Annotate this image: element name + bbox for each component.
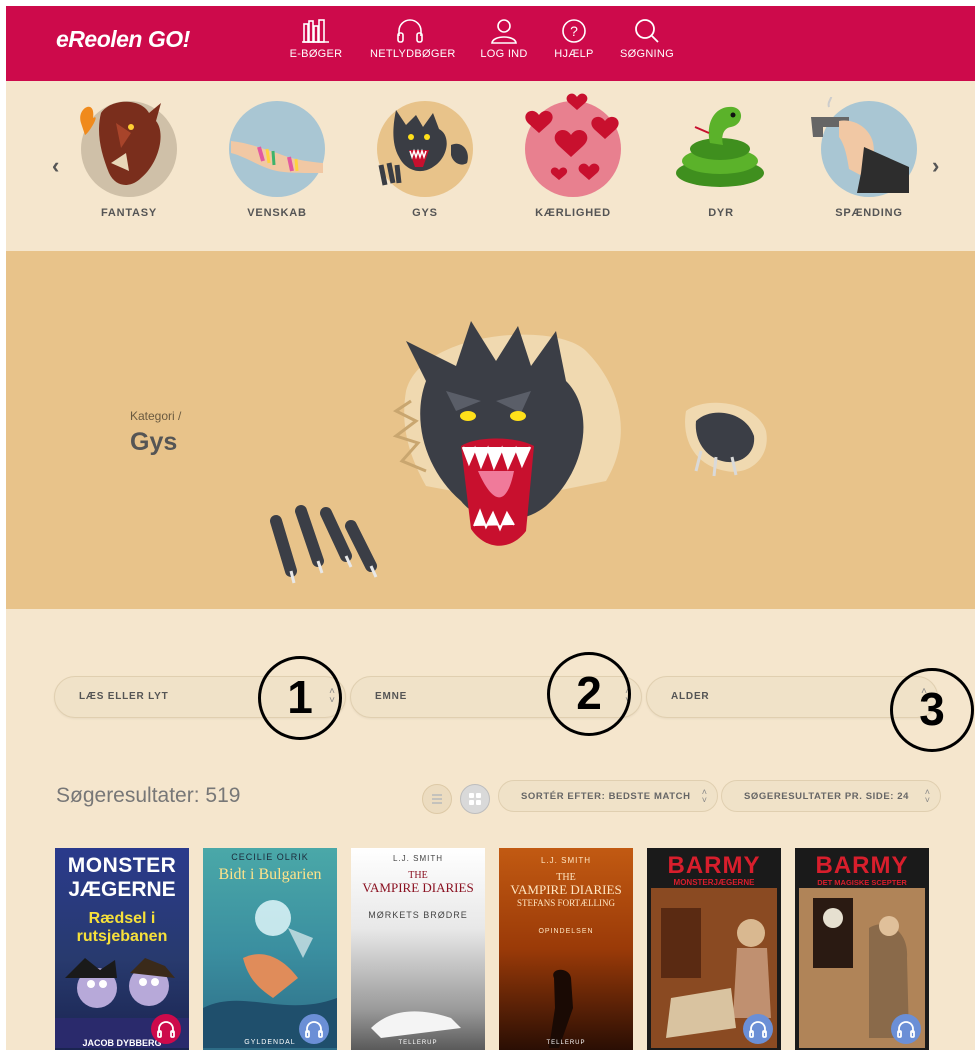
- category-spaending-label: SPÆNDING: [835, 207, 903, 219]
- audiobook-badge: [151, 1014, 181, 1044]
- chevron-right-icon[interactable]: ›: [932, 153, 939, 179]
- headphones-icon: [157, 1021, 175, 1038]
- page: eReolen GO! E-BØGER NETLYDBØGER LOG IND …: [6, 6, 975, 1050]
- annotation-number: 1: [287, 671, 313, 723]
- book-title: VAMPIRE DIARIES: [362, 880, 474, 895]
- filter-read-or-listen-label: LÆS ELLER LYT: [79, 691, 169, 702]
- book-author: L.J. SMITH: [540, 856, 591, 865]
- grid-icon: [469, 793, 481, 805]
- filter-age-label: ALDER: [671, 691, 710, 702]
- top-navigation-bar: eReolen GO! E-BØGER NETLYDBØGER LOG IND …: [6, 6, 975, 81]
- book-cover[interactable]: BARMY DET MAGISKE SCEPTER: [795, 848, 929, 1050]
- book-cover[interactable]: MONSTER JÆGERNE Rædsel i rutsjebanen JAC…: [55, 848, 189, 1050]
- book-subtitle: DET MAGISKE SCEPTER: [817, 878, 907, 887]
- book-subtitle: OPINDELSEN: [538, 928, 594, 935]
- category-dyr[interactable]: DYR: [661, 101, 781, 219]
- book-publisher: TELLERUP: [398, 1040, 438, 1046]
- snake-icon: [673, 101, 769, 197]
- book-title: VAMPIRE DIARIES: [510, 882, 622, 897]
- nav-audiobooks-label: NETLYDBØGER: [370, 48, 456, 60]
- book-subtitle: Rædsel i rutsjebanen: [76, 910, 168, 945]
- sort-select[interactable]: SORTÉR EFTER: BEDSTE MATCH ˄ ˅: [498, 780, 718, 812]
- audiobook-badge: [891, 1014, 921, 1044]
- hearts-icon: [525, 93, 621, 197]
- list-view-button[interactable]: [422, 784, 452, 814]
- category-gys-label: GYS: [412, 207, 438, 219]
- list-icon: [432, 794, 442, 804]
- category-spaending[interactable]: SPÆNDING: [809, 97, 929, 219]
- category-kaerlighed-label: KÆRLIGHED: [535, 207, 611, 219]
- book-cover[interactable]: CECILIE OLRIK Bidt i Bulgarien GYLDENDAL: [203, 848, 337, 1050]
- results-per-page-select[interactable]: SØGERESULTATER PR. SIDE: 24 ˄ ˅: [721, 780, 941, 812]
- pistol-icon: [811, 97, 917, 197]
- book-author: CECILIE OLRIK: [231, 852, 309, 862]
- headphones-icon: [749, 1021, 767, 1038]
- category-venskab-label: VENSKAB: [247, 207, 307, 219]
- book-cover[interactable]: L.J. SMITH THE VAMPIRE DIARIES MØRKETS B…: [351, 848, 485, 1050]
- audiobook-badge: [743, 1014, 773, 1044]
- book-cover[interactable]: BARMY MONSTERJÆGERNE: [647, 848, 781, 1050]
- svg-text:?: ?: [570, 23, 578, 39]
- headphones-icon: [897, 1021, 915, 1038]
- book-publisher: TELLERUP: [546, 1040, 586, 1046]
- category-carousel: ‹ › FANTASY VENSKAB GYS KÆRLIGHED DYR SP…: [6, 81, 975, 251]
- book-cover-art: [371, 1011, 461, 1038]
- results-per-page-label: SØGERESULTATER PR. SIDE: 24: [744, 791, 910, 802]
- book-title: Bidt i Bulgarien: [218, 866, 322, 883]
- book-title: MONSTER: [67, 854, 177, 877]
- logo[interactable]: eReolen GO!: [56, 26, 190, 53]
- nav-ebooks-label: E-BØGER: [289, 48, 343, 60]
- help-icon: ?: [562, 19, 586, 43]
- nav-login[interactable]: LOG IND: [464, 18, 544, 60]
- headphones-icon: [305, 1021, 323, 1038]
- book-title: JÆGERNE: [68, 878, 176, 901]
- select-arrows-icon: ˄ ˅: [701, 787, 707, 805]
- category-kaerlighed[interactable]: KÆRLIGHED: [513, 93, 633, 219]
- book-subtitle: MØRKETS BRØDRE: [368, 910, 468, 920]
- category-dyr-label: DYR: [708, 207, 734, 219]
- user-icon: [491, 19, 517, 44]
- nav-search[interactable]: SØGNING: [607, 18, 687, 60]
- annotation-number: 3: [919, 683, 945, 735]
- chevron-left-icon[interactable]: ‹: [52, 153, 59, 179]
- category-hero-banner: Kategori / Gys: [6, 251, 975, 609]
- dragon-icon: [80, 101, 177, 197]
- nav-search-label: SØGNING: [619, 48, 675, 60]
- filter-topic-label: EMNE: [375, 691, 408, 702]
- book-subtitle: MONSTERJÆGERNE: [673, 878, 755, 887]
- headphones-icon: [397, 19, 423, 43]
- holding-hands-icon: [229, 101, 325, 197]
- werewolf-illustration-icon: [270, 321, 767, 584]
- book-title: BARMY: [667, 852, 761, 879]
- annotation-marker-3: 3: [890, 668, 974, 752]
- annotation-number: 2: [576, 667, 602, 719]
- breadcrumb[interactable]: Kategori /: [130, 409, 181, 423]
- page-title: Gys: [130, 428, 178, 456]
- category-venskab[interactable]: VENSKAB: [217, 101, 337, 219]
- category-gys[interactable]: GYS: [365, 101, 485, 219]
- nav-login-label: LOG IND: [480, 48, 528, 60]
- sort-select-label: SORTÉR EFTER: BEDSTE MATCH: [521, 791, 691, 802]
- book-subtitle: STEFANS FORTÆLLING: [516, 898, 616, 908]
- book-cover-art: [549, 969, 573, 1048]
- werewolf-icon: [377, 101, 473, 197]
- annotation-marker-2: 2: [547, 652, 631, 736]
- books-icon: [302, 19, 329, 43]
- audiobook-badge: [299, 1014, 329, 1044]
- nav-ebooks[interactable]: E-BØGER: [276, 18, 356, 60]
- book-title: BARMY: [815, 852, 909, 879]
- nav-audiobooks[interactable]: NETLYDBØGER: [370, 18, 456, 60]
- search-icon: [635, 19, 659, 43]
- category-fantasy[interactable]: FANTASY: [69, 101, 189, 219]
- nav-help-label: HJÆLP: [554, 48, 594, 60]
- book-cover[interactable]: L.J. SMITH THE VAMPIRE DIARIES STEFANS F…: [499, 848, 633, 1050]
- book-author: L.J. SMITH: [392, 854, 443, 863]
- select-arrows-icon: ˄ ˅: [924, 787, 930, 805]
- grid-view-button[interactable]: [460, 784, 490, 814]
- nav-help[interactable]: ? HJÆLP: [534, 18, 614, 60]
- category-fantasy-label: FANTASY: [100, 207, 158, 219]
- annotation-marker-1: 1: [258, 656, 342, 740]
- results-count: Søgeresultater: 519: [56, 784, 241, 807]
